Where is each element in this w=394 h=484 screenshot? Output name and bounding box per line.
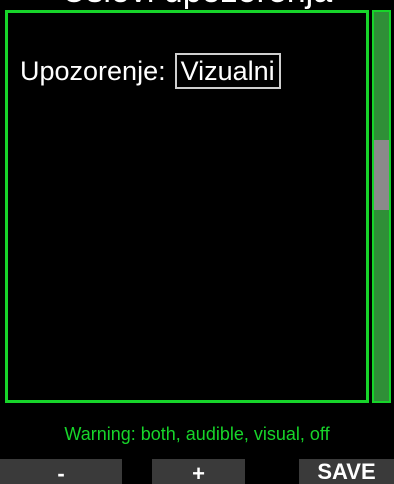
decrease-button[interactable]: - (0, 459, 122, 484)
warning-setting-row[interactable]: Upozorenje: Vizualni (20, 53, 281, 89)
warning-setting-label: Upozorenje: (20, 56, 166, 86)
scrollbar-thumb[interactable] (374, 140, 389, 210)
warning-setting-value[interactable]: Vizualni (174, 53, 281, 89)
screen-title: Uslovi upozorenja (0, 0, 394, 10)
title-bar: Uslovi upozorenja (0, 0, 394, 10)
settings-panel: Upozorenje: Vizualni (5, 10, 369, 403)
increase-button[interactable]: + (152, 459, 245, 484)
scrollbar-track[interactable] (372, 10, 391, 403)
help-text: Warning: both, audible, visual, off (64, 424, 330, 444)
save-button[interactable]: SAVE (299, 459, 394, 484)
softkey-bar: - + SAVE (0, 459, 394, 484)
